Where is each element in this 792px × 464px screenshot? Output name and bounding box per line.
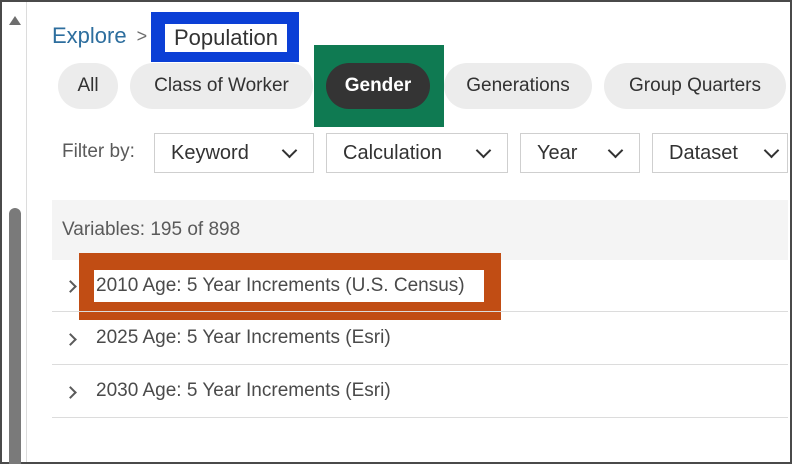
variable-row-label[interactable]: 2025 Age: 5 Year Increments (Esri) [96,327,391,349]
chip-group-quarters[interactable]: Group Quarters [604,63,786,109]
breadcrumb-explore-link[interactable]: Explore [52,23,127,49]
chip-generations[interactable]: Generations [444,63,592,109]
breadcrumb: Explore > [52,22,155,50]
table-row[interactable]: 2025 Age: 5 Year Increments (Esri) [52,313,788,365]
breadcrumb-current: Population [165,24,287,52]
calculation-dropdown[interactable]: Calculation [326,133,508,173]
scroll-up-arrow-icon[interactable] [9,16,21,25]
keyword-dropdown-label: Keyword [171,141,249,164]
chip-gender[interactable]: Gender [326,63,430,109]
breadcrumb-separator: > [136,25,148,46]
keyword-dropdown[interactable]: Keyword [154,133,314,173]
year-dropdown[interactable]: Year [520,133,640,173]
scrollbar-thumb[interactable] [9,208,21,464]
dataset-dropdown-label: Dataset [669,141,738,164]
chevron-down-icon [607,142,624,159]
chevron-right-icon[interactable] [64,333,77,346]
dataset-dropdown[interactable]: Dataset [652,133,788,173]
chevron-down-icon [281,142,298,159]
variables-count: Variables: 195 of 898 [52,200,788,260]
year-dropdown-label: Year [537,141,578,164]
scrollbar-divider [26,2,27,462]
chevron-right-icon[interactable] [64,386,77,399]
chevron-down-icon [475,142,492,159]
variable-row-label[interactable]: 2010 Age: 5 Year Increments (U.S. Census… [94,270,484,302]
table-row[interactable]: 2030 Age: 5 Year Increments (Esri) [52,366,788,418]
chip-all[interactable]: All [58,63,118,109]
calculation-dropdown-label: Calculation [343,141,442,164]
chevron-right-icon[interactable] [64,280,77,293]
chip-class-of-worker[interactable]: Class of Worker [130,63,313,109]
filter-by-label: Filter by: [62,141,135,162]
chevron-down-icon [763,142,780,159]
variable-row-label[interactable]: 2030 Age: 5 Year Increments (Esri) [96,380,391,402]
